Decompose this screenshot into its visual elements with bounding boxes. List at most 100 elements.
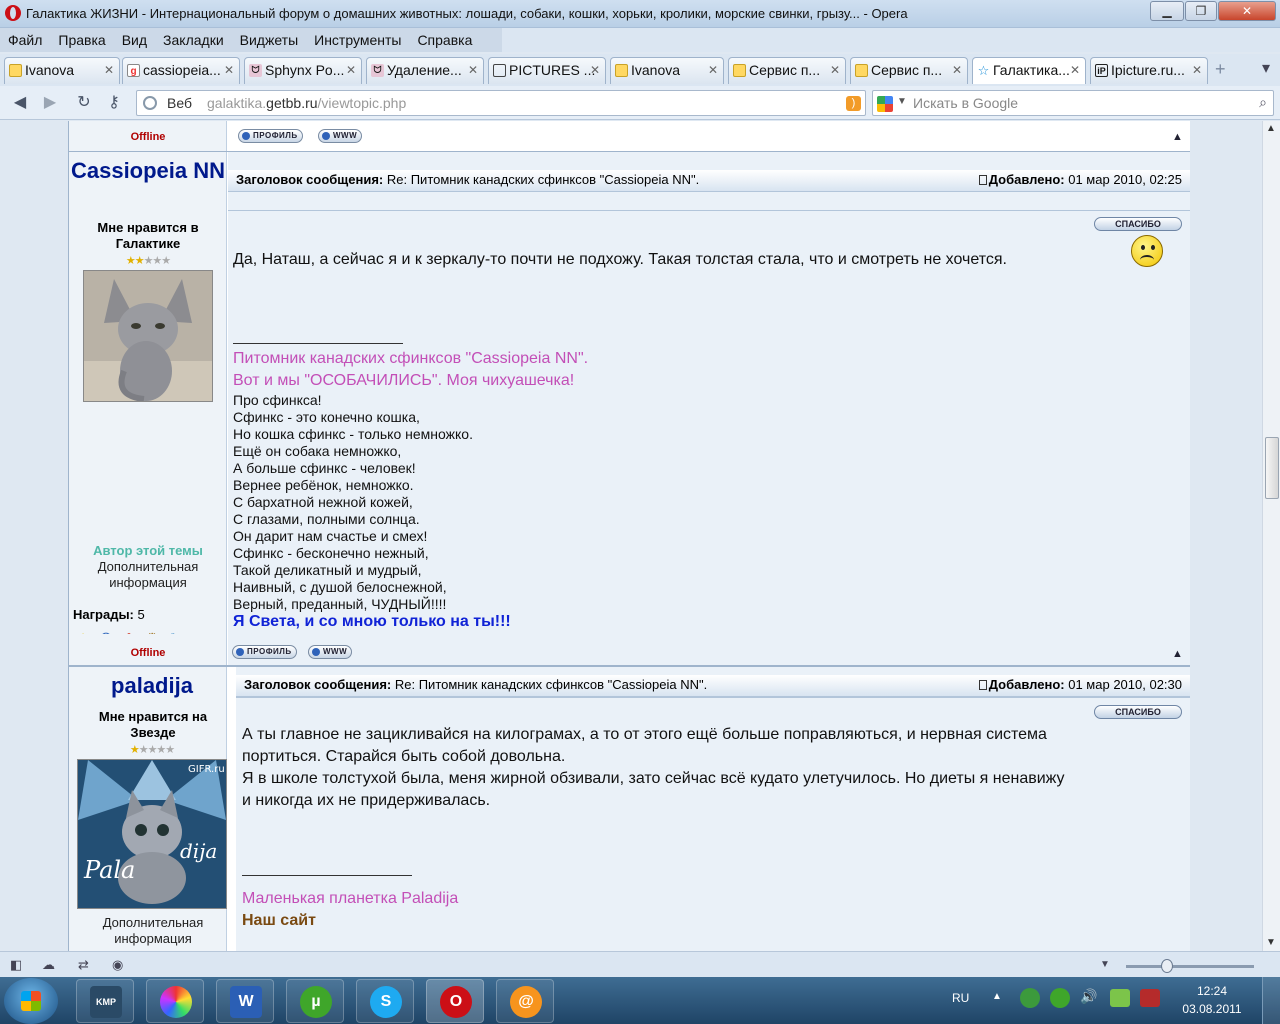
volume-icon[interactable]: 🔊 (1080, 988, 1097, 1005)
minimize-button[interactable]: ▁ (1150, 1, 1184, 21)
search-field[interactable]: ▼ Искать в Google ⌕ (872, 90, 1274, 116)
clock[interactable]: 12:24 03.08.2011 (1180, 982, 1244, 1018)
taskbar-app-media[interactable] (146, 979, 204, 1023)
taskbar-app-kmp[interactable]: KMP (76, 979, 134, 1023)
www-button[interactable]: WWW (308, 645, 353, 659)
username[interactable]: Cassiopeia NN (69, 158, 227, 184)
tray-security-icon[interactable] (1140, 989, 1160, 1007)
tab-servis-2[interactable]: Сервис п... ✕ (850, 57, 968, 84)
scroll-down-icon[interactable]: ▼ (1266, 937, 1276, 948)
post-link-icon[interactable] (978, 175, 987, 185)
post-body: Заголовок сообщения: Re: Питомник канадс… (228, 152, 1190, 665)
word-icon: W (230, 986, 262, 1018)
profile-button[interactable]: ПРОФИЛЬ (232, 645, 297, 659)
address-field[interactable]: Веб galaktika.getbb.ru/viewtopic.php ) (136, 90, 866, 116)
menu-view[interactable]: Вид (114, 28, 155, 52)
google-icon[interactable] (877, 96, 893, 112)
show-desktop-button[interactable] (1262, 977, 1280, 1024)
tab-cassiopeia[interactable]: g cassiopeia... ✕ (122, 57, 240, 84)
share-icon[interactable]: ⇄ (78, 957, 89, 973)
extra-info-link[interactable]: Дополнительная информация (83, 915, 223, 947)
zoom-slider[interactable] (1126, 965, 1254, 968)
opera-logo-icon[interactable] (5, 5, 21, 21)
status-offline: Offline (130, 647, 166, 659)
profile-button[interactable]: ПРОФИЛЬ (238, 129, 303, 143)
www-button[interactable]: WWW (318, 129, 363, 143)
menu-tools[interactable]: Инструменты (306, 28, 409, 52)
signature-site-link[interactable]: Наш сайт (242, 910, 316, 932)
divider (236, 697, 1190, 698)
post-date: Добавлено: 01 мар 2010, 02:30 (978, 675, 1182, 695)
close-button[interactable]: ✕ (1218, 1, 1276, 21)
thanks-button[interactable]: СПАСИБО (1094, 705, 1182, 719)
back-to-top-icon[interactable]: ▲ (1172, 131, 1183, 143)
forward-icon[interactable]: ▶ (40, 94, 60, 112)
extra-info-link[interactable]: Дополнительная информация (83, 559, 213, 591)
signature-link-planet[interactable]: Маленькая планетка Paladija (242, 888, 458, 910)
tab-close-icon[interactable]: ✕ (952, 58, 962, 83)
tab-close-icon[interactable]: ✕ (346, 58, 356, 83)
menu-widgets[interactable]: Виджеты (232, 28, 307, 52)
tray-network-icon[interactable] (1110, 989, 1130, 1007)
menu-bookmarks[interactable]: Закладки (155, 28, 232, 52)
scroll-up-icon[interactable]: ▲ (1266, 123, 1276, 134)
new-tab-icon[interactable]: + (1215, 59, 1226, 80)
speed-dial-icon[interactable]: ◉ (112, 957, 123, 973)
tab-sphynx[interactable]: ᗢ Sphynx Po... ✕ (244, 57, 362, 84)
tab-close-icon[interactable]: ✕ (468, 58, 478, 83)
post-link-icon[interactable] (978, 680, 987, 690)
menu-help[interactable]: Справка (409, 28, 480, 52)
menu-file[interactable]: Файл (0, 28, 50, 52)
signature-link-chihuahua[interactable]: Вот и мы "ОСОБАЧИЛИСЬ". Моя чихуашечка! (233, 370, 574, 392)
thanks-button[interactable]: СПАСИБО (1094, 217, 1182, 231)
tab-ivanova-1[interactable]: Ivanova ✕ (4, 57, 120, 84)
post-subject: Re: Питомник канадских сфинксов "Cassiop… (386, 172, 700, 187)
username[interactable]: paladija (69, 673, 235, 699)
avatar-signature: Pala (83, 856, 135, 884)
tab-ipicture[interactable]: iP Ipicture.ru... ✕ (1090, 57, 1208, 84)
taskbar-app-mail[interactable]: @ (496, 979, 554, 1023)
taskbar-app-word[interactable]: W (216, 979, 274, 1023)
language-indicator[interactable]: RU (952, 991, 969, 1005)
tray-eye-icon[interactable] (1020, 988, 1040, 1008)
tab-galaktika[interactable]: ☆ Галактика... ✕ (972, 57, 1086, 84)
tab-close-icon[interactable]: ✕ (708, 58, 718, 83)
back-to-top-icon[interactable]: ▲ (1172, 648, 1183, 660)
maximize-button[interactable]: ❐ (1185, 1, 1217, 21)
tab-servis-1[interactable]: Сервис п... ✕ (728, 57, 846, 84)
kmp-icon: KMP (90, 986, 122, 1018)
tab-close-icon[interactable]: ✕ (590, 58, 600, 83)
cloud-icon[interactable]: ☁ (42, 957, 55, 973)
panel-toggle-icon[interactable]: ◧ (10, 957, 22, 973)
tab-ivanova-2[interactable]: Ivanova ✕ (610, 57, 724, 84)
clock-time: 12:24 (1196, 984, 1228, 998)
rank-stars: ★★★★★ (125, 255, 171, 267)
back-icon[interactable]: ◀ (10, 94, 30, 112)
search-icon[interactable]: ⌕ (1259, 94, 1267, 111)
taskbar-app-opera[interactable]: O (426, 979, 484, 1023)
tray-expand-icon[interactable]: ▲ (992, 991, 1002, 1002)
tab-udalenie[interactable]: ᗢ Удаление... ✕ (366, 57, 484, 84)
tab-close-icon[interactable]: ✕ (1192, 58, 1202, 83)
tab-close-icon[interactable]: ✕ (830, 58, 840, 83)
scrollbar-thumb[interactable] (1265, 437, 1279, 499)
reload-icon[interactable]: ↻ (74, 94, 94, 112)
key-icon[interactable]: ⚷ (104, 94, 124, 112)
tab-close-icon[interactable]: ✕ (1070, 58, 1080, 83)
chevron-down-icon[interactable]: ▼ (897, 96, 907, 107)
rss-icon[interactable]: ) (846, 96, 861, 111)
taskbar-app-utorrent[interactable]: µ (286, 979, 344, 1023)
taskbar-app-skype[interactable]: S (356, 979, 414, 1023)
signature-link-nursery[interactable]: Питомник канадских сфинксов "Cassiopeia … (233, 348, 588, 370)
tab-close-icon[interactable]: ✕ (104, 58, 114, 83)
vertical-scrollbar[interactable]: ▲ ▼ (1262, 121, 1280, 951)
tab-pictures[interactable]: PICTURES ... ✕ (488, 57, 606, 84)
zoom-slider-thumb[interactable] (1161, 959, 1173, 973)
tab-menu-icon[interactable]: ▾ (1254, 58, 1278, 82)
tray-utorrent-icon[interactable] (1050, 988, 1070, 1008)
menu-edit[interactable]: Правка (50, 28, 113, 52)
tab-close-icon[interactable]: ✕ (224, 58, 234, 83)
zoom-dropdown-icon[interactable]: ▼ (1100, 959, 1110, 970)
address-url: galaktika.getbb.ru/viewtopic.php (207, 95, 407, 111)
start-button[interactable] (4, 978, 58, 1024)
